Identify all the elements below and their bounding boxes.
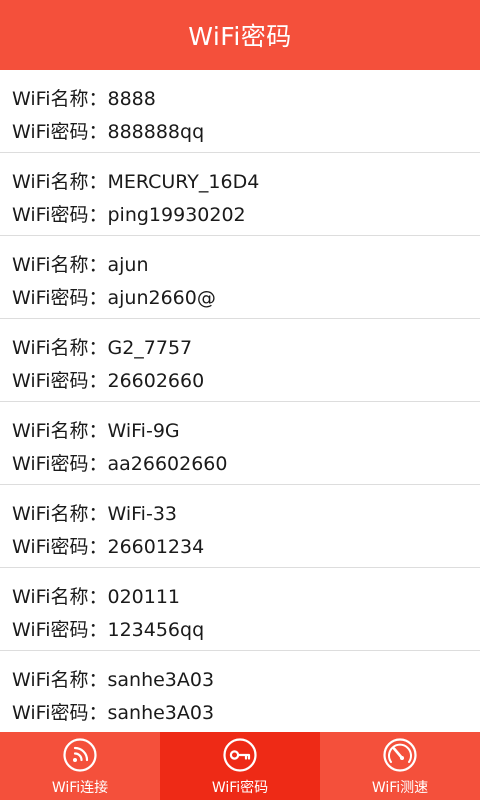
wifi-list-item[interactable]: WiFi名称：8888 WiFi密码：888888qq bbox=[0, 70, 480, 153]
wifi-password-label: WiFi密码： bbox=[12, 121, 108, 143]
wifi-list-item[interactable]: WiFi名称：ajun WiFi密码：ajun2660@ bbox=[0, 236, 480, 319]
wifi-password-value: sanhe3A03 bbox=[107, 702, 215, 724]
tab-wifi-password[interactable]: WiFi密码 bbox=[160, 732, 320, 800]
wifi-signal-icon bbox=[63, 738, 97, 772]
wifi-list-item[interactable]: WiFi名称：020111 WiFi密码：123456qq bbox=[0, 568, 480, 651]
wifi-name-line: WiFi名称：G2_7757 bbox=[12, 333, 192, 360]
wifi-password-line: WiFi密码：sanhe3A03 bbox=[12, 698, 214, 725]
wifi-password-line: WiFi密码：123456qq bbox=[12, 615, 204, 642]
wifi-password-value: aa26602660 bbox=[107, 453, 228, 475]
wifi-list-item[interactable]: WiFi名称：G2_7757 WiFi密码：26602660 bbox=[0, 319, 480, 402]
wifi-password-line: WiFi密码：888888qq bbox=[12, 117, 204, 144]
wifi-list-item[interactable]: WiFi名称：WiFi-9G WiFi密码：aa26602660 bbox=[0, 402, 480, 485]
wifi-name-label: WiFi名称： bbox=[12, 669, 108, 691]
wifi-password-label: WiFi密码： bbox=[12, 287, 108, 309]
wifi-name-label: WiFi名称： bbox=[12, 254, 108, 276]
tab-wifi-connect[interactable]: WiFi连接 bbox=[0, 732, 160, 800]
wifi-name-label: WiFi名称： bbox=[12, 420, 108, 442]
wifi-password-value: 26602660 bbox=[107, 370, 205, 392]
wifi-password-label: WiFi密码： bbox=[12, 702, 108, 724]
bottom-tab-bar: WiFi连接 WiFi密码 WiFi测速 bbox=[0, 732, 480, 800]
wifi-name-value: ajun bbox=[107, 254, 149, 276]
wifi-password-value: ping19930202 bbox=[107, 204, 246, 226]
title-bar: WiFi密码 bbox=[0, 0, 480, 70]
tab-label: WiFi测速 bbox=[371, 780, 429, 796]
wifi-password-value: 123456qq bbox=[107, 619, 205, 641]
wifi-password-label: WiFi密码： bbox=[12, 370, 108, 392]
wifi-name-label: WiFi名称： bbox=[12, 586, 108, 608]
wifi-list-item[interactable]: WiFi名称：sanhe3A03 WiFi密码：sanhe3A03 bbox=[0, 651, 480, 732]
key-icon bbox=[223, 738, 257, 772]
tab-label: WiFi密码 bbox=[211, 780, 269, 796]
wifi-list-item[interactable]: WiFi名称：MERCURY_16D4 WiFi密码：ping19930202 bbox=[0, 153, 480, 236]
wifi-password-line: WiFi密码：ajun2660@ bbox=[12, 283, 216, 310]
wifi-list[interactable]: WiFi名称：8888 WiFi密码：888888qq WiFi名称：MERCU… bbox=[0, 70, 480, 732]
wifi-password-label: WiFi密码： bbox=[12, 453, 108, 475]
wifi-name-value: WiFi-9G bbox=[107, 420, 180, 442]
wifi-name-label: WiFi名称： bbox=[12, 337, 108, 359]
wifi-name-line: WiFi名称：8888 bbox=[12, 84, 156, 111]
speedometer-icon bbox=[383, 738, 417, 772]
wifi-name-line: WiFi名称：WiFi-9G bbox=[12, 416, 180, 443]
wifi-name-value: G2_7757 bbox=[107, 337, 193, 359]
wifi-password-line: WiFi密码：26601234 bbox=[12, 532, 204, 559]
tab-wifi-speedtest[interactable]: WiFi测速 bbox=[320, 732, 480, 800]
wifi-password-line: WiFi密码：26602660 bbox=[12, 366, 204, 393]
wifi-name-line: WiFi名称：ajun bbox=[12, 250, 149, 277]
wifi-password-line: WiFi密码：ping19930202 bbox=[12, 200, 246, 227]
wifi-name-line: WiFi名称：020111 bbox=[12, 582, 180, 609]
wifi-name-value: 8888 bbox=[107, 88, 156, 110]
wifi-password-value: 26601234 bbox=[107, 536, 205, 558]
wifi-name-line: WiFi名称：WiFi-33 bbox=[12, 499, 177, 526]
wifi-password-line: WiFi密码：aa26602660 bbox=[12, 449, 227, 476]
wifi-password-label: WiFi密码： bbox=[12, 536, 108, 558]
wifi-name-value: sanhe3A03 bbox=[107, 669, 215, 691]
wifi-password-label: WiFi密码： bbox=[12, 204, 108, 226]
wifi-password-value: 888888qq bbox=[107, 121, 205, 143]
wifi-password-label: WiFi密码： bbox=[12, 619, 108, 641]
wifi-name-label: WiFi名称： bbox=[12, 88, 108, 110]
wifi-name-label: WiFi名称： bbox=[12, 503, 108, 525]
wifi-name-line: WiFi名称：MERCURY_16D4 bbox=[12, 167, 259, 194]
wifi-name-line: WiFi名称：sanhe3A03 bbox=[12, 665, 214, 692]
tab-label: WiFi连接 bbox=[51, 780, 109, 796]
wifi-list-item[interactable]: WiFi名称：WiFi-33 WiFi密码：26601234 bbox=[0, 485, 480, 568]
page-title: WiFi密码 bbox=[188, 22, 292, 51]
wifi-name-label: WiFi名称： bbox=[12, 171, 108, 193]
app-screen: WiFi密码 WiFi名称：8888 WiFi密码：888888qq WiFi名… bbox=[0, 0, 480, 800]
wifi-name-value: WiFi-33 bbox=[107, 503, 177, 525]
wifi-password-value: ajun2660@ bbox=[107, 287, 216, 309]
wifi-name-value: MERCURY_16D4 bbox=[107, 171, 260, 193]
wifi-name-value: 020111 bbox=[107, 586, 181, 608]
